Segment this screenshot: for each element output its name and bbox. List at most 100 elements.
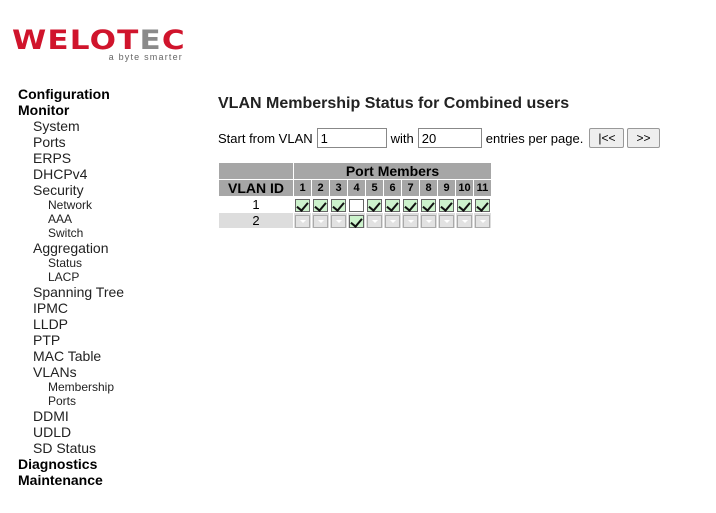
nav-lldp[interactable]: LLDP [18, 316, 124, 332]
table-row: 2 [218, 212, 492, 230]
port-member-cell [401, 195, 420, 214]
nav-security[interactable]: Security [18, 182, 124, 198]
sidebar-nav: Configuration Monitor System Ports ERPS … [18, 86, 124, 488]
disabled-icon [331, 215, 346, 229]
port-member-cell [365, 195, 384, 214]
nav-configuration[interactable]: Configuration [18, 86, 124, 102]
checkmark-icon [457, 199, 472, 213]
nav-aggregation-lacp[interactable]: LACP [18, 270, 124, 284]
checkmark-icon [475, 199, 490, 213]
checkmark-icon [421, 199, 436, 213]
port-member-cell [419, 195, 438, 214]
port-header: 5 [365, 179, 384, 197]
nav-ipmc[interactable]: IPMC [18, 300, 124, 316]
port-member-cell [419, 212, 438, 230]
disabled-icon [385, 215, 400, 229]
nav-maintenance[interactable]: Maintenance [18, 472, 124, 488]
port-member-cell [329, 212, 348, 230]
checkmark-icon [313, 199, 328, 213]
nav-monitor[interactable]: Monitor [18, 102, 124, 118]
port-member-cell [293, 212, 312, 230]
port-member-cell [347, 212, 366, 230]
port-header: 7 [401, 179, 420, 197]
port-members-header: Port Members [293, 162, 492, 180]
port-member-cell [455, 195, 474, 214]
port-member-cell [401, 212, 420, 230]
nav-diagnostics[interactable]: Diagnostics [18, 456, 124, 472]
vlan-id-header: VLAN ID [218, 179, 294, 197]
welotec-logo: WELOTEC a byte smarter [12, 25, 188, 64]
next-page-button[interactable]: >> [627, 128, 660, 148]
disabled-icon [421, 215, 436, 229]
port-member-cell [437, 195, 456, 214]
nav-spanning-tree[interactable]: Spanning Tree [18, 284, 124, 300]
port-member-cell [383, 195, 402, 214]
table-row: 1 [218, 195, 492, 214]
header-spacer [218, 162, 294, 180]
nav-security-aaa[interactable]: AAA [18, 212, 124, 226]
port-header: 9 [437, 179, 456, 197]
port-header: 3 [329, 179, 348, 197]
port-header: 11 [473, 179, 492, 197]
page-title: VLAN Membership Status for Combined user… [218, 95, 570, 112]
port-header: 1 [293, 179, 312, 197]
nav-security-switch[interactable]: Switch [18, 226, 124, 240]
nav-aggregation[interactable]: Aggregation [18, 240, 124, 256]
disabled-icon [367, 215, 382, 229]
disabled-icon [475, 215, 490, 229]
port-header: 6 [383, 179, 402, 197]
disabled-icon [403, 215, 418, 229]
vlan-id-cell: 1 [218, 195, 294, 214]
port-member-cell [311, 195, 330, 214]
port-header: 10 [455, 179, 474, 197]
empty-box-icon [349, 199, 364, 213]
nav-udld[interactable]: UDLD [18, 424, 124, 440]
disabled-icon [295, 215, 310, 229]
main-content: VLAN Membership Status for Combined user… [218, 95, 660, 230]
nav-ddmi[interactable]: DDMI [18, 408, 124, 424]
disabled-icon [457, 215, 472, 229]
vlan-id-cell: 2 [218, 212, 294, 230]
nav-vlans[interactable]: VLANs [18, 364, 124, 380]
port-member-cell [383, 212, 402, 230]
checkmark-icon [385, 199, 400, 213]
nav-system[interactable]: System [18, 118, 124, 134]
logo-tagline: a byte smarter [108, 52, 183, 62]
nav-aggregation-status[interactable]: Status [18, 256, 124, 270]
paging-controls: Start from VLAN with entries per page. |… [218, 128, 688, 148]
nav-vlans-ports[interactable]: Ports [18, 394, 124, 408]
disabled-icon [313, 215, 328, 229]
port-member-cell [455, 212, 474, 230]
vlan-membership-table: Port Members VLAN ID 1 2 3 4 5 6 7 8 9 10 11 12 [218, 162, 492, 230]
checkmark-icon [331, 199, 346, 213]
nav-security-network[interactable]: Network [18, 198, 124, 212]
port-member-cell [329, 195, 348, 214]
start-vlan-input[interactable] [316, 128, 387, 148]
port-member-cell [473, 195, 492, 214]
nav-ports[interactable]: Ports [18, 134, 124, 150]
port-member-cell [347, 195, 366, 214]
port-member-cell [365, 212, 384, 230]
port-header: 8 [419, 179, 438, 197]
nav-sd-status[interactable]: SD Status [18, 440, 124, 456]
port-member-cell [311, 212, 330, 230]
nav-ptp[interactable]: PTP [18, 332, 124, 348]
disabled-icon [439, 215, 454, 229]
nav-dhcpv4[interactable]: DHCPv4 [18, 166, 124, 182]
checkmark-icon [349, 215, 364, 229]
with-label: with [390, 130, 414, 146]
nav-mac-table[interactable]: MAC Table [18, 348, 124, 364]
checkmark-icon [403, 199, 418, 213]
checkmark-icon [439, 199, 454, 213]
checkmark-icon [295, 199, 310, 213]
port-member-cell [437, 212, 456, 230]
nav-vlans-membership[interactable]: Membership [18, 380, 124, 394]
port-header: 4 [347, 179, 366, 197]
port-member-cell [293, 195, 312, 214]
nav-erps[interactable]: ERPS [18, 150, 124, 166]
entries-per-page-input[interactable] [417, 128, 482, 148]
first-page-button[interactable]: |<< [589, 128, 625, 148]
port-member-cell [473, 212, 492, 230]
logo-wordmark: WELOTEC [12, 25, 186, 56]
port-header: 2 [311, 179, 330, 197]
